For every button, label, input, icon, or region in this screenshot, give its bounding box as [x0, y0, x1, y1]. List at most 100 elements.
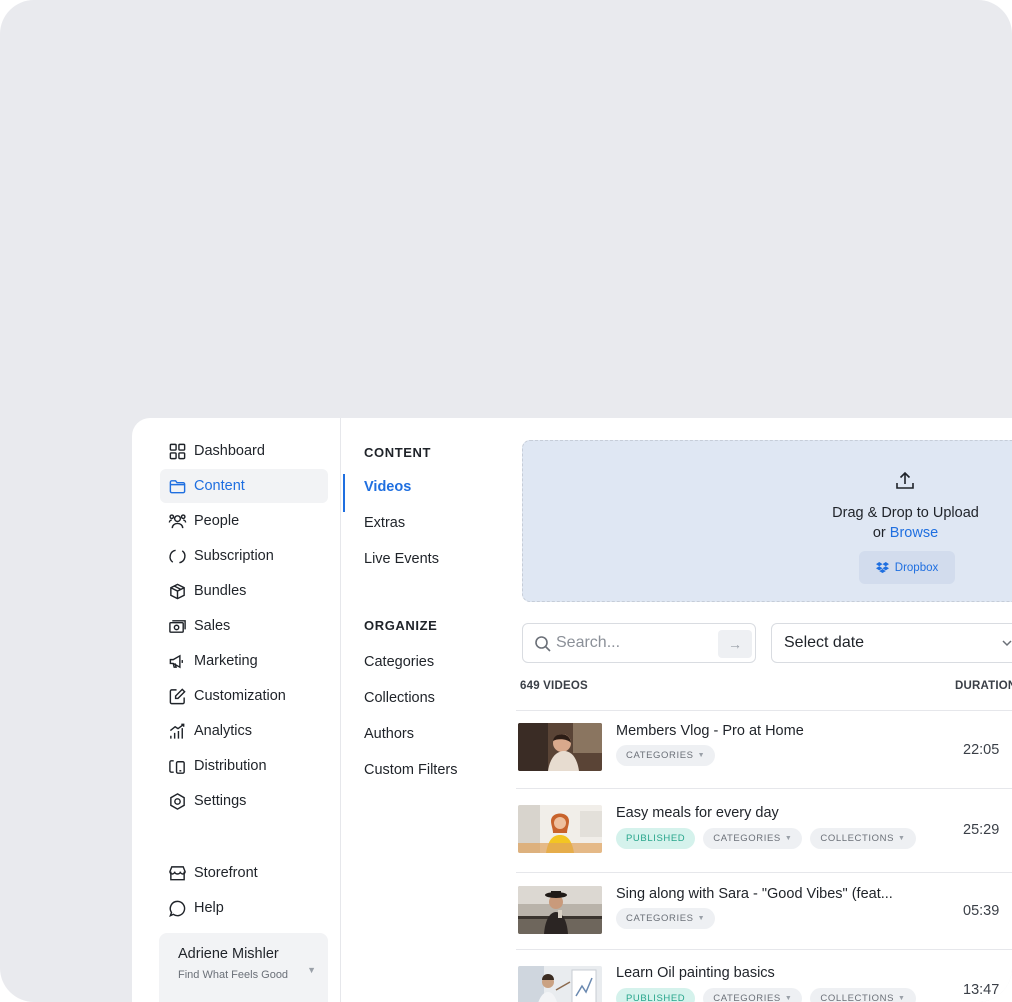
- video-count: 649 VIDEOS: [520, 680, 588, 692]
- caret-down-icon: ▼: [784, 995, 793, 1002]
- tag-label: COLLECTIONS: [820, 833, 895, 844]
- table-row[interactable]: Learn Oil painting basics PUBLISHED CATE…: [516, 949, 1012, 1002]
- subnav-item-videos[interactable]: Videos: [364, 479, 411, 495]
- video-tags: PUBLISHED CATEGORIES ▼ COLLECTIONS ▼: [616, 988, 916, 1002]
- video-thumbnail[interactable]: [518, 886, 602, 934]
- caret-down-icon: ▼: [898, 995, 906, 1002]
- video-tags: CATEGORIES ▼: [616, 745, 716, 766]
- sidebar-item-label: Bundles: [194, 583, 247, 599]
- sidebar-item-subscription[interactable]: Subscription: [160, 539, 328, 573]
- sidebar-item-help[interactable]: Help: [160, 891, 328, 925]
- video-duration: 13:47: [963, 982, 1000, 998]
- sidebar-item-label: Help: [194, 900, 224, 916]
- caret-down-icon: ▼: [784, 835, 793, 842]
- sidebar-item-bundles[interactable]: Bundles: [160, 574, 328, 608]
- sidebar-item-settings[interactable]: Settings: [160, 784, 328, 818]
- table-row[interactable]: Sing along with Sara - "Good Vibes" (fea…: [516, 872, 1012, 949]
- user-subtitle: Find What Feels Good: [178, 969, 289, 981]
- date-select[interactable]: Select date: [771, 623, 1012, 663]
- subnav-item-custom-filters[interactable]: Custom Filters: [364, 762, 457, 778]
- subnav-item-collections[interactable]: Collections: [364, 690, 435, 706]
- caret-down-icon: ▼: [697, 752, 706, 759]
- video-title[interactable]: Sing along with Sara - "Good Vibes" (fea…: [616, 886, 893, 902]
- sidebar-item-content[interactable]: Content: [160, 469, 328, 503]
- browse-link[interactable]: Browse: [890, 525, 938, 541]
- video-title[interactable]: Easy meals for every day: [616, 805, 779, 821]
- sidebar-item-sales[interactable]: Sales: [160, 609, 328, 643]
- sidebar-item-label: Analytics: [194, 723, 253, 739]
- categories-tag[interactable]: CATEGORIES ▼: [703, 988, 803, 1002]
- sidebar-item-label: Settings: [194, 793, 247, 809]
- tag-label: CATEGORIES: [713, 993, 781, 1002]
- sidebar-item-people[interactable]: People: [160, 504, 328, 538]
- megaphone-icon: [169, 654, 183, 668]
- sidebar-item-label: Dashboard: [194, 443, 265, 459]
- sidebar-item-label: Sales: [194, 618, 231, 634]
- video-duration: 22:05: [963, 742, 1000, 758]
- tag-label: PUBLISHED: [626, 833, 686, 844]
- upload-or-text: or: [872, 525, 886, 541]
- sidebar-item-label: Marketing: [194, 653, 258, 669]
- categories-tag[interactable]: CATEGORIES ▼: [616, 908, 716, 929]
- tag-label: PUBLISHED: [626, 993, 686, 1002]
- table-row[interactable]: Members Vlog - Pro at Home CATEGORIES ▼ 2…: [516, 710, 1012, 788]
- sidebar: Dashboard Content People Subscription Bu…: [132, 418, 341, 1002]
- collections-tag[interactable]: COLLECTIONS ▼: [810, 828, 916, 849]
- search-icon: [535, 636, 551, 652]
- sidebar-item-marketing[interactable]: Marketing: [160, 644, 328, 678]
- sidebar-item-label: Customization: [194, 688, 286, 704]
- video-thumbnail[interactable]: [518, 966, 602, 1002]
- backdrop: Dashboard Content People Subscription Bu…: [0, 0, 1012, 1002]
- settings-icon: [170, 792, 185, 810]
- arrow-right-icon: →: [728, 636, 742, 652]
- collections-tag[interactable]: COLLECTIONS ▼: [810, 988, 916, 1002]
- categories-tag[interactable]: CATEGORIES ▼: [703, 828, 803, 849]
- duration-column-header[interactable]: DURATION: [955, 680, 1012, 692]
- sidebar-item-label: Content: [194, 478, 245, 494]
- video-title[interactable]: Members Vlog - Pro at Home: [616, 723, 804, 739]
- refresh-icon: [169, 549, 186, 563]
- video-tags: CATEGORIES ▼: [616, 908, 716, 929]
- caret-down-icon: ▼: [307, 965, 316, 975]
- caret-down-icon: ▼: [898, 835, 906, 842]
- app-window: Dashboard Content People Subscription Bu…: [132, 418, 1012, 1002]
- edit-icon: [169, 687, 186, 704]
- dropbox-label: Dropbox: [894, 561, 939, 574]
- subnav-item-live-events[interactable]: Live Events: [364, 551, 439, 567]
- published-badge: PUBLISHED: [616, 988, 696, 1002]
- sidebar-item-storefront[interactable]: Storefront: [160, 856, 328, 890]
- caret-down-icon: ▼: [697, 915, 706, 922]
- upload-dropzone[interactable]: Drag & Drop to Upload or Browse Dropbox: [522, 440, 1012, 602]
- sidebar-item-label: People: [194, 513, 240, 529]
- sidebar-item-dashboard[interactable]: Dashboard: [160, 434, 328, 468]
- table-row[interactable]: Easy meals for every day PUBLISHED CATEG…: [516, 788, 1012, 872]
- published-badge: PUBLISHED: [616, 828, 696, 849]
- content-subnav: CONTENT Videos Extras Live Events ORGANI…: [342, 418, 512, 1002]
- subnav-item-authors[interactable]: Authors: [364, 726, 414, 742]
- video-title[interactable]: Learn Oil painting basics: [616, 965, 775, 981]
- video-duration: 05:39: [963, 903, 1000, 919]
- video-tags: PUBLISHED CATEGORIES ▼ COLLECTIONS ▼: [616, 828, 916, 849]
- categories-tag[interactable]: CATEGORIES ▼: [616, 745, 716, 766]
- sidebar-item-customization[interactable]: Customization: [160, 679, 328, 713]
- sidebar-item-label: Subscription: [194, 548, 274, 564]
- user-name: Adriene Mishler: [178, 946, 279, 962]
- sidebar-item-analytics[interactable]: Analytics: [160, 714, 328, 748]
- video-thumbnail[interactable]: [518, 805, 602, 853]
- grid-icon: [169, 443, 186, 459]
- user-account-menu[interactable]: Adriene Mishler Find What Feels Good ▼: [159, 933, 328, 1002]
- sidebar-item-distribution[interactable]: Distribution: [160, 749, 328, 783]
- tag-label: CATEGORIES: [713, 833, 781, 844]
- video-thumbnail[interactable]: [518, 723, 602, 771]
- subnav-item-extras[interactable]: Extras: [364, 515, 405, 531]
- tag-label: CATEGORIES: [626, 913, 694, 924]
- tag-label: CATEGORIES: [626, 750, 694, 761]
- dropbox-button[interactable]: Dropbox: [859, 551, 955, 584]
- videos-main: Drag & Drop to Upload or Browse Dropbox …: [516, 418, 1012, 1002]
- subnav-heading-content: CONTENT: [364, 445, 432, 460]
- search-submit-button[interactable]: →: [718, 630, 752, 658]
- subnav-item-categories[interactable]: Categories: [364, 654, 434, 670]
- date-select-value: Select date: [784, 634, 865, 651]
- search-input[interactable]: [556, 632, 706, 654]
- dropbox-icon: [875, 562, 889, 573]
